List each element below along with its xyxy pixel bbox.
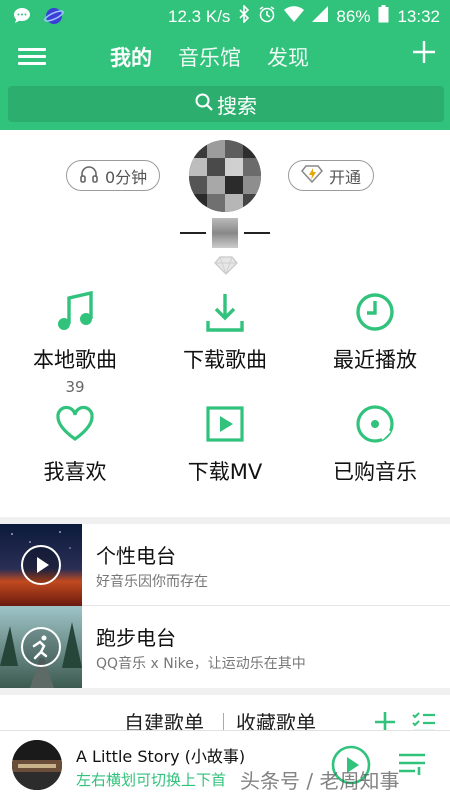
grid-item-download-mv[interactable]: 下载MV — [150, 402, 300, 486]
grid-item-download-songs[interactable]: 下载歌曲 — [150, 290, 300, 374]
add-icon[interactable] — [412, 40, 436, 64]
tab-mine[interactable]: 我的 — [110, 42, 152, 72]
signal-icon — [312, 6, 329, 27]
radio-thumb-personal — [0, 524, 82, 606]
mv-play-icon — [150, 402, 300, 446]
planet-app-icon — [44, 6, 64, 31]
radio-subtitle: 好音乐因你而存在 — [96, 574, 208, 590]
open-vip-pill[interactable]: 开通 — [288, 160, 375, 191]
grid-label: 最近播放 — [333, 348, 417, 372]
download-icon — [150, 290, 300, 334]
battery-icon — [378, 5, 389, 28]
status-bar: 12.3 K/s 86% 13:32 — [0, 0, 450, 32]
play-queue-icon[interactable] — [397, 749, 427, 779]
menu-icon[interactable] — [18, 44, 46, 70]
wifi-icon — [284, 6, 305, 27]
clock-time: 13:32 — [397, 6, 440, 26]
battery-percent: 86% — [336, 6, 371, 26]
mini-player[interactable]: A Little Story (小故事) 左右横划可切换上下首 头条号 / 老周… — [0, 730, 450, 800]
username-blurred — [172, 218, 278, 248]
local-song-count: 39 — [65, 378, 85, 396]
search-icon — [195, 92, 213, 116]
level-diamond-icon — [214, 255, 238, 275]
grid-item-favorites[interactable]: 我喜欢 — [0, 402, 150, 486]
grid-label: 下载歌曲 — [183, 348, 267, 372]
grid-item-purchased[interactable]: 已购音乐 — [300, 402, 450, 486]
section-divider — [0, 517, 450, 524]
grid-label: 下载MV — [187, 460, 263, 484]
tab-music-hall[interactable]: 音乐馆 — [178, 42, 241, 72]
section-divider — [0, 688, 450, 695]
grid-item-recent-play[interactable]: 最近播放 — [300, 290, 450, 374]
grid-label: 本地歌曲 — [33, 348, 117, 372]
function-grid: 本地歌曲 39 下载歌曲 最近播放 我喜欢 下载MV 已购音乐 — [0, 290, 450, 510]
radio-title: 个性电台 — [96, 544, 176, 568]
listen-time-text: 0分钟 — [105, 167, 148, 187]
heart-icon — [0, 402, 150, 446]
swipe-hint: 左右横划可切换上下首 — [76, 771, 227, 789]
radio-thumb-running — [0, 606, 82, 688]
vip-diamond-icon — [301, 164, 323, 187]
profile-section: 0分钟 开通 — [0, 130, 450, 280]
app-header: 我的 音乐馆 发现 搜索 — [0, 32, 450, 130]
radio-subtitle: QQ音乐 x Nike，让运动乐在其中 — [96, 656, 306, 672]
radio-running[interactable]: 跑步电台 QQ音乐 x Nike，让运动乐在其中 — [0, 606, 450, 688]
alarm-icon — [258, 5, 276, 28]
search-label: 搜索 — [217, 93, 257, 118]
playlist-tabs: 自建歌单 收藏歌单 — [0, 695, 450, 735]
tab-discover[interactable]: 发现 — [267, 42, 309, 72]
radio-personal[interactable]: 个性电台 好音乐因你而存在 — [0, 524, 450, 606]
search-bar[interactable]: 搜索 — [8, 86, 444, 122]
grid-label: 我喜欢 — [43, 460, 107, 484]
grid-item-local-songs[interactable]: 本地歌曲 39 — [0, 290, 150, 396]
headphones-icon — [79, 165, 99, 187]
album-cover[interactable] — [12, 740, 62, 790]
grid-label: 已购音乐 — [333, 460, 417, 484]
top-tabs: 我的 音乐馆 发现 — [110, 42, 309, 72]
music-note-icon — [0, 290, 150, 334]
watermark-text: 头条号 / 老周知事 — [240, 769, 400, 793]
avatar[interactable] — [189, 140, 261, 212]
clock-icon — [300, 290, 450, 334]
net-speed: 12.3 K/s — [168, 6, 231, 26]
listen-time-pill[interactable]: 0分钟 — [66, 160, 161, 191]
bluetooth-icon — [238, 4, 250, 28]
purchased-disc-icon — [300, 402, 450, 446]
song-title: A Little Story (小故事) — [76, 747, 246, 766]
chat-notification-icon — [12, 6, 32, 31]
open-vip-text: 开通 — [329, 167, 362, 187]
radio-title: 跑步电台 — [96, 626, 176, 650]
